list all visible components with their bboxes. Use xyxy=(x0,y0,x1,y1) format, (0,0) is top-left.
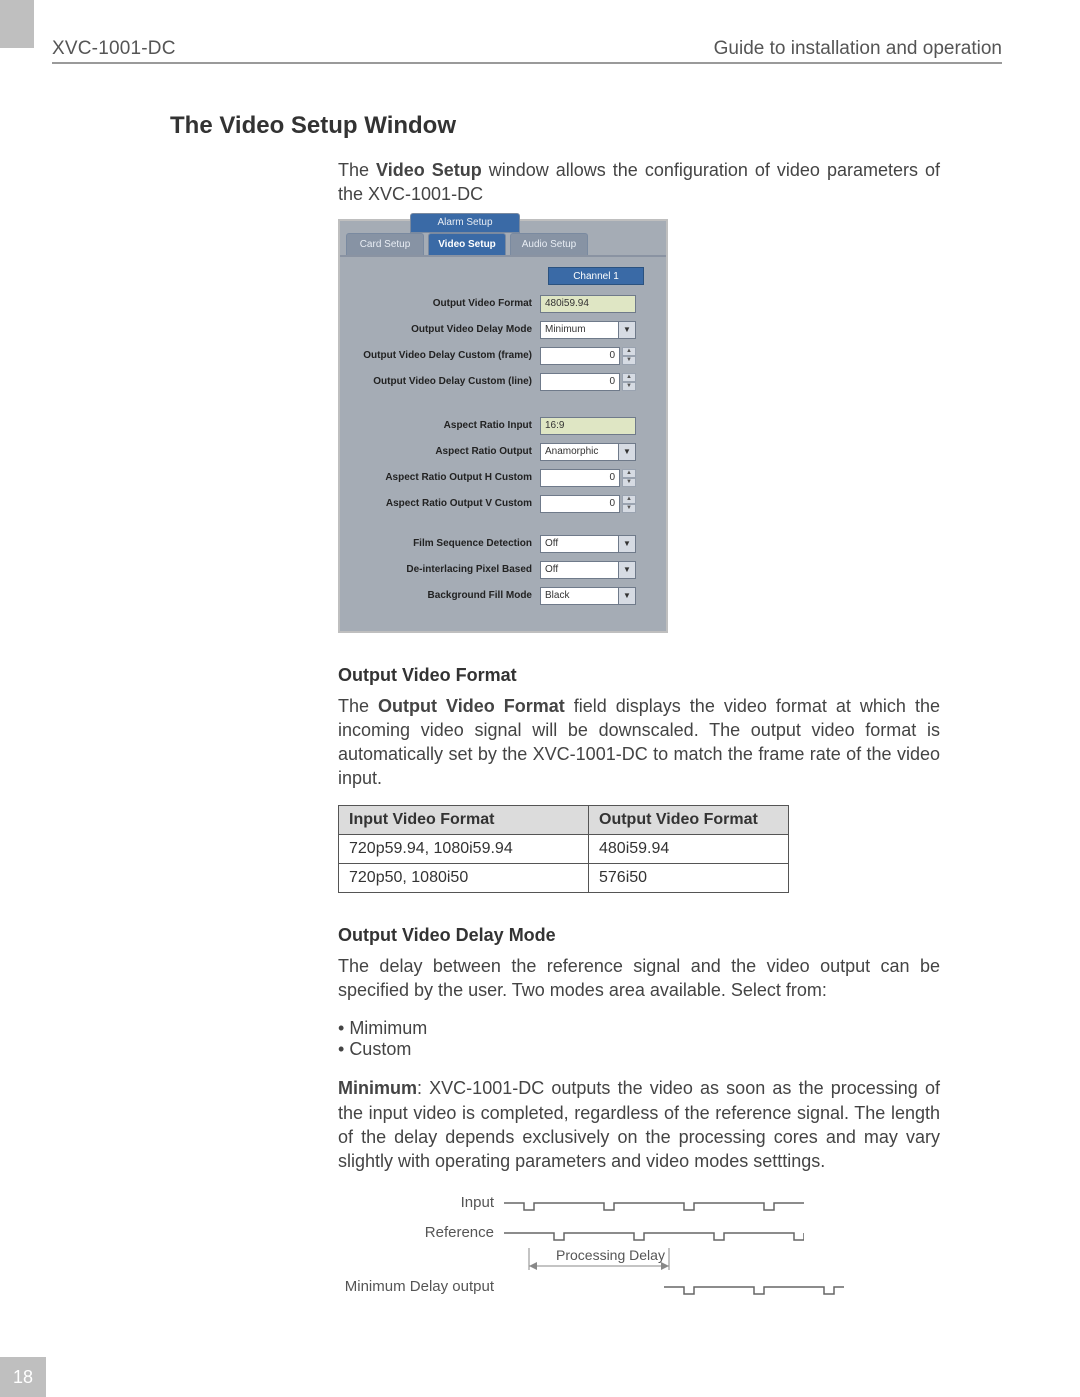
label: Aspect Ratio Input xyxy=(348,420,540,431)
spinner-buttons[interactable]: ▲▼ xyxy=(622,495,636,513)
subsection-output-video-format: Output Video Format xyxy=(338,665,940,686)
spinner-buttons[interactable]: ▲▼ xyxy=(622,373,636,391)
tab-audio-setup: Audio Setup xyxy=(510,233,588,255)
output-video-format-field: 480i59.94 xyxy=(540,295,636,313)
row-film-seq-detection: Film Sequence Detection Off xyxy=(348,531,658,557)
tab-card-setup: Card Setup xyxy=(346,233,424,255)
row-delay-custom-frame: Output Video Delay Custom (frame) 0 ▲▼ xyxy=(348,343,658,369)
label: De-interlacing Pixel Based xyxy=(348,564,540,575)
row-deinterlacing: De-interlacing Pixel Based Off xyxy=(348,557,658,583)
page-number: 18 xyxy=(0,1357,46,1397)
tab-alarm-setup: Alarm Setup xyxy=(410,213,520,233)
text: : XVC-1001-DC outputs the video as soon … xyxy=(338,1078,940,1171)
row-output-video-delay-mode: Output Video Delay Mode Minimum xyxy=(348,317,658,343)
aspect-h-custom-input[interactable]: 0 xyxy=(540,469,620,487)
table-cell: 720p50, 1080i50 xyxy=(339,863,589,892)
aspect-ratio-output-dropdown[interactable]: Anamorphic xyxy=(540,443,636,461)
row-aspect-ratio-input: Aspect Ratio Input 16:9 xyxy=(348,413,658,439)
text: The xyxy=(338,160,376,180)
header-product: XVC-1001-DC xyxy=(52,38,176,60)
aspect-ratio-input-field: 16:9 xyxy=(540,417,636,435)
text: The xyxy=(338,696,378,716)
row-aspect-ratio-output: Aspect Ratio Output Anamorphic xyxy=(348,439,658,465)
film-seq-dropdown[interactable]: Off xyxy=(540,535,636,553)
svg-text:Processing Delay: Processing Delay xyxy=(556,1248,665,1263)
label: Output Video Delay Mode xyxy=(348,324,540,335)
label: Background Fill Mode xyxy=(348,590,540,601)
input-waveform-icon xyxy=(504,1192,804,1214)
text-bold: Output Video Format xyxy=(378,696,565,716)
label: Aspect Ratio Output H Custom xyxy=(348,472,540,483)
bg-fill-dropdown[interactable]: Black xyxy=(540,587,636,605)
table-cell: 480i59.94 xyxy=(589,834,789,863)
timing-label-reference: Reference xyxy=(338,1224,504,1241)
aspect-v-custom-input[interactable]: 0 xyxy=(540,495,620,513)
section-heading: The Video Setup Window xyxy=(170,112,940,140)
side-tab-decoration xyxy=(0,0,34,48)
timing-label-input: Input xyxy=(338,1194,504,1211)
paragraph: The Output Video Format field displays t… xyxy=(338,694,940,791)
row-aspect-h-custom: Aspect Ratio Output H Custom 0 ▲▼ xyxy=(348,465,658,491)
row-bg-fill-mode: Background Fill Mode Black xyxy=(348,583,658,609)
label: Output Video Delay Custom (line) xyxy=(348,376,540,387)
label: Output Video Format xyxy=(348,298,540,309)
label: Aspect Ratio Output V Custom xyxy=(348,498,540,509)
spinner-buttons[interactable]: ▲▼ xyxy=(622,469,636,487)
table-row: 720p59.94, 1080i59.94 480i59.94 xyxy=(339,834,789,863)
label: Film Sequence Detection xyxy=(348,538,540,549)
channel-header: Channel 1 xyxy=(548,267,644,285)
timing-diagram: Input Reference Process xyxy=(338,1188,878,1302)
bullet-item: Mimimum xyxy=(338,1018,940,1039)
format-table: Input Video Format Output Video Format 7… xyxy=(338,805,789,893)
table-header: Input Video Format xyxy=(339,805,589,834)
intro-paragraph: The Video Setup window allows the config… xyxy=(338,158,940,207)
bullet-list: Mimimum Custom xyxy=(338,1018,940,1060)
timing-label-min-output: Minimum Delay output xyxy=(338,1278,504,1295)
label: Aspect Ratio Output xyxy=(348,446,540,457)
row-output-video-format: Output Video Format 480i59.94 xyxy=(348,291,658,317)
header-rule xyxy=(52,62,1002,64)
header-doc-title: Guide to installation and operation xyxy=(714,38,1002,60)
spinner-buttons[interactable]: ▲▼ xyxy=(622,347,636,365)
table-cell: 720p59.94, 1080i59.94 xyxy=(339,834,589,863)
reference-waveform-icon xyxy=(504,1222,804,1244)
video-setup-screenshot: Alarm Setup Card Setup Video Setup Audio… xyxy=(338,219,668,633)
deinterlacing-dropdown[interactable]: Off xyxy=(540,561,636,579)
paragraph: The delay between the reference signal a… xyxy=(338,954,940,1003)
delay-custom-frame-input[interactable]: 0 xyxy=(540,347,620,365)
output-video-delay-mode-dropdown[interactable]: Minimum xyxy=(540,321,636,339)
table-row: 720p50, 1080i50 576i50 xyxy=(339,863,789,892)
label: Output Video Delay Custom (frame) xyxy=(348,350,540,361)
table-cell: 576i50 xyxy=(589,863,789,892)
table-header: Output Video Format xyxy=(589,805,789,834)
delay-custom-line-input[interactable]: 0 xyxy=(540,373,620,391)
row-delay-custom-line: Output Video Delay Custom (line) 0 ▲▼ xyxy=(348,369,658,395)
output-waveform-icon xyxy=(504,1276,844,1298)
paragraph: Minimum: XVC-1001-DC outputs the video a… xyxy=(338,1076,940,1173)
text-bold: Video Setup xyxy=(376,160,482,180)
row-aspect-v-custom: Aspect Ratio Output V Custom 0 ▲▼ xyxy=(348,491,658,517)
bullet-item: Custom xyxy=(338,1039,940,1060)
text-bold: Minimum xyxy=(338,1078,417,1098)
processing-delay-bracket-icon: Processing Delay xyxy=(504,1248,804,1272)
subsection-output-video-delay-mode: Output Video Delay Mode xyxy=(338,925,940,946)
tab-video-setup: Video Setup xyxy=(428,233,506,255)
